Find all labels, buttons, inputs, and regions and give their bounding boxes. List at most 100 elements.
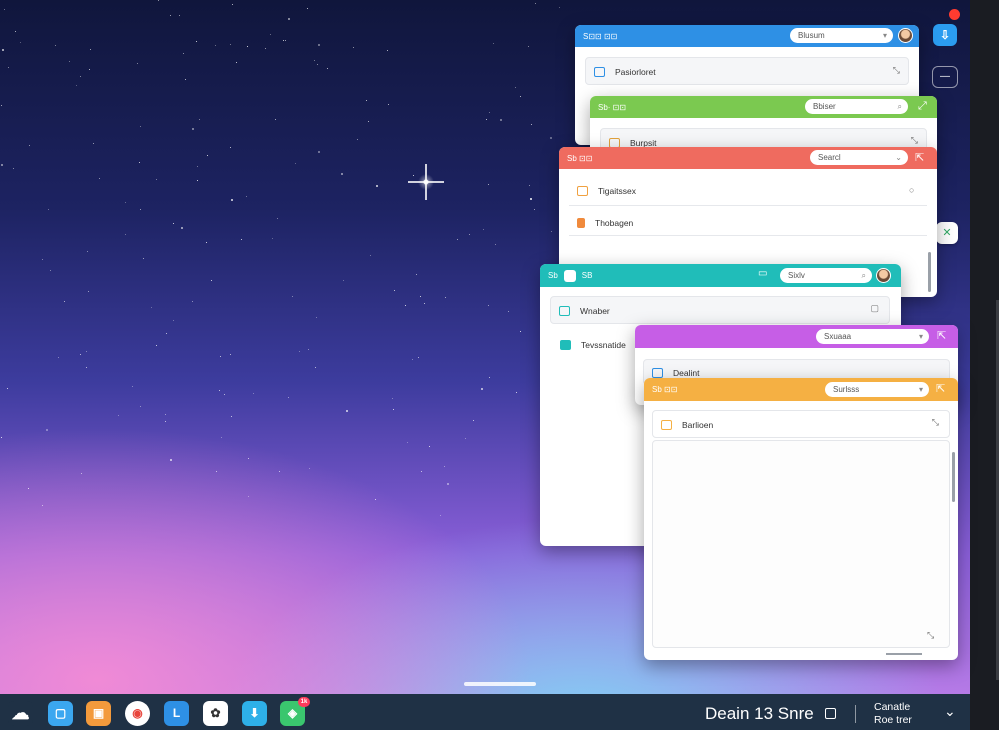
star [388,104,389,105]
shield-icon: ▾ [882,31,887,40]
star [392,398,393,399]
pin-icon[interactable]: ✕ [936,222,958,244]
star [341,173,343,175]
window-teal-titlebar[interactable]: Sb SB ▭ Sixlv ⌕ [540,264,901,287]
star [2,49,4,51]
list-item[interactable]: Pasiorloret [594,60,656,84]
window-blue-panel: Pasiorloret ⤡ [585,57,909,85]
star [424,303,425,304]
list-item[interactable]: Thobagen [577,211,633,235]
window-red-titlebar[interactable]: Sb ⊡⊡ Searcl ⌄ ⇱ [559,147,937,169]
star [246,196,247,197]
star [405,305,406,306]
star [118,415,119,416]
chevron-down-icon: ▾ [918,332,923,341]
star [295,163,296,164]
presentation-app-icon[interactable]: ▣ [86,701,111,726]
avatar[interactable] [898,28,913,43]
store-app-icon[interactable]: ◈ 1k [280,697,310,726]
window-green-titlebar[interactable]: Sb· ⊡⊡ Bbiser ⌕ ⤢ [590,96,937,118]
star [534,209,535,210]
taskbar-clock[interactable]: Deain 13 Snre [705,704,814,724]
avatar[interactable] [876,268,891,283]
home-indicator[interactable] [464,682,536,686]
list-item[interactable]: Tevssnatide [560,333,626,357]
window-orange[interactable]: Sb ⊡⊡ Surlsss ▾ ⇱ Barlioen ⤡ ⤡ [644,378,958,660]
star [156,345,157,346]
square-icon[interactable]: ▢ [870,303,879,314]
image-icon [594,67,605,77]
scrollbar[interactable] [928,252,931,292]
star [216,471,217,472]
window-teal-panel: Wnaber ▢ [550,296,890,324]
tray-line2[interactable]: Roe trer [874,714,912,726]
pin-icon[interactable]: ⇱ [936,382,945,395]
window-teal-search[interactable]: Sixlv ⌕ [780,268,872,283]
star [206,242,207,243]
star [486,119,487,120]
expand-icon[interactable]: ⤡ [893,65,900,76]
star [165,414,166,415]
star [531,124,532,125]
list-item[interactable]: Tigaitssex [577,179,636,203]
star [170,15,171,16]
star [481,388,483,390]
planner-app-icon[interactable]: L [164,701,189,726]
star [231,416,232,417]
document-icon [560,340,571,350]
star [447,483,449,485]
window-purple-titlebar[interactable]: Sxuaaa ▾ ⇱ [635,325,958,348]
star [197,166,198,167]
window-blue-search[interactable]: Blusum ▾ [790,28,893,43]
star [230,147,231,148]
minimize-icon[interactable]: — [932,66,958,88]
launcher-icon[interactable]: ⇩ [933,24,957,46]
window-green-search[interactable]: Bbiser ⌕ [805,99,908,114]
bright-star [408,164,444,200]
star [58,357,59,358]
star [181,227,183,229]
star [283,40,284,41]
expand-icon[interactable]: ⤢ [918,100,927,113]
ai-app-icon[interactable]: ✿ [203,701,228,726]
window-teal-tab-label[interactable]: SB [582,271,593,280]
expand-icon[interactable]: ⤡ [911,135,918,146]
messages-app-icon[interactable]: ▢ [48,701,73,726]
chrome-app-icon[interactable]: ◉ [125,701,150,726]
window-orange-titlebar[interactable]: Sb ⊡⊡ Surlsss ▾ ⇱ [644,378,958,401]
window-orange-search[interactable]: Surlsss ▾ [825,382,929,397]
circle-icon[interactable]: ○ [909,185,914,195]
window-red-tab[interactable]: Sb ⊡⊡ [567,154,592,163]
resize-icon[interactable]: ⤡ [927,630,934,641]
star [535,3,536,4]
pin-icon[interactable]: ⇱ [915,151,924,164]
monitor-icon[interactable]: ▭ [758,268,767,279]
window-purple-search[interactable]: Sxuaaa ▾ [816,329,929,344]
tray-line1[interactable]: Canatle [874,701,910,713]
star [42,259,43,260]
window-blue-tab[interactable]: S⊡⊡ ⊡⊡ [583,32,617,41]
chevron-down-icon[interactable]: ⌄ [944,703,956,720]
star [132,386,133,387]
expand-icon[interactable]: ⤡ [932,417,939,428]
star [232,4,233,5]
star [173,223,174,224]
scrollbar[interactable] [952,452,955,502]
star [393,409,394,410]
cloud-app-icon[interactable]: ☁ [8,701,33,726]
star [99,178,100,179]
list-item[interactable]: Barlioen [661,413,713,437]
square-icon[interactable] [825,708,836,719]
window-blue-titlebar[interactable]: S⊡⊡ ⊡⊡ Blusum ▾ [575,25,919,47]
window-teal-tab[interactable]: Sb [548,271,558,280]
window-orange-tab[interactable]: Sb ⊡⊡ [652,385,677,394]
window-red-search[interactable]: Searcl ⌄ [810,150,908,165]
window-green-tab[interactable]: Sb· ⊡⊡ [598,103,626,112]
star [241,239,242,240]
browser-tab-icon[interactable] [563,269,576,282]
star [151,307,152,308]
document-icon [652,368,663,378]
list-item[interactable]: Wnaber [559,299,610,323]
downloads-app-icon[interactable]: ⬇ [242,701,267,726]
pin-icon[interactable]: ⇱ [937,329,946,342]
